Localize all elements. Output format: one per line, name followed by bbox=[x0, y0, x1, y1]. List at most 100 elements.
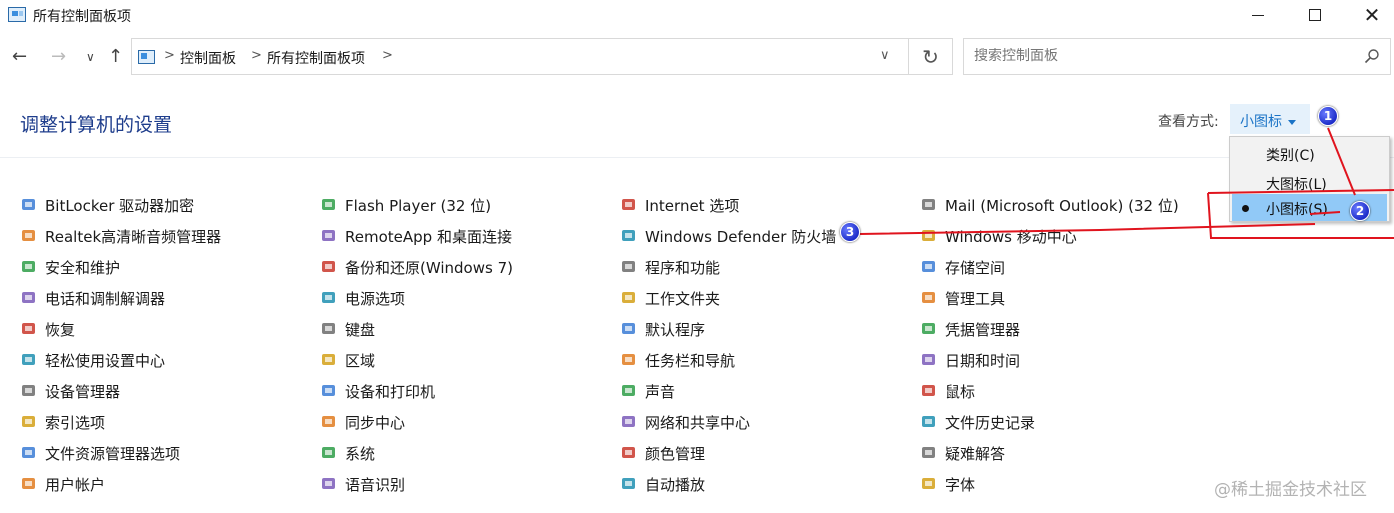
view-by-value: 小图标 bbox=[1240, 114, 1282, 130]
mouse-icon bbox=[920, 382, 938, 400]
control-panel-item-label: 字体 bbox=[945, 476, 976, 494]
control-panel-item-label: 网络和共享中心 bbox=[645, 414, 751, 432]
control-panel-item-label: 恢复 bbox=[45, 321, 76, 339]
watermark: @稀土掘金技术社区 bbox=[1214, 480, 1367, 500]
back-button[interactable]: ← bbox=[12, 46, 27, 67]
realtek-audio-icon bbox=[20, 227, 38, 245]
phone-modem-icon bbox=[20, 289, 38, 307]
control-panel-item-label: 存储空间 bbox=[945, 259, 1006, 277]
search-box[interactable] bbox=[963, 38, 1391, 75]
control-panel-item-label: 用户帐户 bbox=[45, 476, 106, 494]
control-panel-item-label: 备份和还原(Windows 7) bbox=[345, 259, 513, 277]
control-panel-item-label: 设备管理器 bbox=[45, 383, 121, 401]
control-panel-item-label: 轻松使用设置中心 bbox=[45, 352, 166, 370]
breadcrumb-separator[interactable]: > bbox=[251, 48, 262, 63]
network-sharing-icon bbox=[620, 413, 638, 431]
control-panel-item-label: 声音 bbox=[645, 383, 676, 401]
up-button[interactable]: ↑ bbox=[108, 46, 123, 67]
title-bar: 所有控制面板项 ✕ bbox=[0, 0, 1394, 30]
control-panel-item-label: 日期和时间 bbox=[945, 352, 1021, 370]
control-panel-item-label: 系统 bbox=[345, 445, 376, 463]
color-management-icon bbox=[620, 444, 638, 462]
control-panel-item-label: 自动播放 bbox=[645, 476, 706, 494]
taskbar-icon bbox=[620, 351, 638, 369]
menu-item-category[interactable]: 类别(C) bbox=[1232, 140, 1387, 167]
control-panel-item-label: 电话和调制解调器 bbox=[45, 290, 166, 308]
troubleshooting-icon bbox=[920, 444, 938, 462]
user-accounts-icon bbox=[20, 475, 38, 493]
address-bar[interactable]: > 控制面板 > 所有控制面板项 > ∨ bbox=[131, 38, 909, 75]
page-title: 调整计算机的设置 bbox=[20, 114, 173, 136]
flag-icon bbox=[20, 258, 38, 276]
remoteapp-icon bbox=[320, 227, 338, 245]
keyboard-icon bbox=[320, 320, 338, 338]
firewall-icon bbox=[620, 227, 638, 245]
microphone-icon bbox=[320, 475, 338, 493]
control-panel-item-label: Internet 选项 bbox=[645, 197, 740, 215]
control-panel-item-label: 同步中心 bbox=[345, 414, 406, 432]
control-panel-item-label: BitLocker 驱动器加密 bbox=[45, 197, 195, 215]
close-button[interactable]: ✕ bbox=[1344, 0, 1394, 30]
address-dropdown-button[interactable]: ∨ bbox=[880, 48, 890, 63]
navigation-bar: ← → ∨ ↑ > 控制面板 > 所有控制面板项 > ∨ ↻ bbox=[0, 38, 1394, 76]
search-input[interactable] bbox=[974, 48, 1334, 64]
internet-options-icon bbox=[620, 196, 638, 214]
sync-center-icon bbox=[320, 413, 338, 431]
control-panel-item-label: Mail (Microsoft Outlook) (32 位) bbox=[945, 197, 1179, 215]
control-panel-item-label: 区域 bbox=[345, 352, 376, 370]
search-icon[interactable] bbox=[1364, 48, 1380, 64]
admin-tools-icon bbox=[920, 289, 938, 307]
breadcrumb-all-items[interactable]: 所有控制面板项 bbox=[267, 48, 365, 68]
fonts-icon bbox=[920, 475, 938, 493]
control-panel-item-label: 鼠标 bbox=[945, 383, 976, 401]
breadcrumb-separator[interactable]: > bbox=[382, 48, 393, 63]
credential-manager-icon bbox=[920, 320, 938, 338]
breadcrumb-separator[interactable]: > bbox=[164, 48, 175, 63]
maximize-button[interactable] bbox=[1287, 0, 1343, 30]
recent-locations-button[interactable]: ∨ bbox=[86, 50, 95, 64]
divider bbox=[0, 157, 1394, 158]
autoplay-icon bbox=[620, 475, 638, 493]
file-history-icon bbox=[920, 413, 938, 431]
control-panel-item-label: 文件资源管理器选项 bbox=[45, 445, 181, 463]
mail-icon bbox=[920, 196, 938, 214]
date-time-icon bbox=[920, 351, 938, 369]
control-panel-item-label: 文件历史记录 bbox=[945, 414, 1036, 432]
control-panel-icon bbox=[8, 7, 26, 22]
bitlocker-icon bbox=[20, 196, 38, 214]
refresh-button[interactable]: ↻ bbox=[909, 38, 953, 75]
control-panel-item-label: 凭据管理器 bbox=[945, 321, 1021, 339]
breadcrumb-control-panel[interactable]: 控制面板 bbox=[180, 48, 236, 68]
view-by-label: 查看方式: bbox=[1158, 114, 1219, 130]
control-panel-item-label: RemoteApp 和桌面连接 bbox=[345, 228, 512, 246]
power-options-icon bbox=[320, 289, 338, 307]
region-icon bbox=[320, 351, 338, 369]
control-panel-item-label: 任务栏和导航 bbox=[645, 352, 736, 370]
mobility-center-icon bbox=[920, 227, 938, 245]
work-folders-icon bbox=[620, 289, 638, 307]
menu-item-large-icons[interactable]: 大图标(L) bbox=[1232, 169, 1387, 196]
maximize-icon bbox=[1309, 9, 1321, 21]
control-panel-item-label: Windows 移动中心 bbox=[945, 228, 1077, 246]
minimize-icon bbox=[1252, 14, 1264, 16]
recovery-icon bbox=[20, 320, 38, 338]
indexing-icon bbox=[20, 413, 38, 431]
device-manager-icon bbox=[20, 382, 38, 400]
storage-spaces-icon bbox=[920, 258, 938, 276]
control-panel-item-label: 电源选项 bbox=[345, 290, 406, 308]
flash-player-icon bbox=[320, 196, 338, 214]
forward-button[interactable]: → bbox=[51, 46, 66, 67]
view-by-dropdown[interactable]: 小图标 bbox=[1230, 104, 1310, 134]
window-title: 所有控制面板项 bbox=[33, 9, 131, 25]
control-panel-item-label: 语音识别 bbox=[345, 476, 406, 494]
backup-restore-icon bbox=[320, 258, 338, 276]
control-panel-item-label: 键盘 bbox=[345, 321, 376, 339]
control-panel-item-label: 索引选项 bbox=[45, 414, 106, 432]
control-panel-item-label: 安全和维护 bbox=[45, 259, 121, 277]
control-panel-item-label: 管理工具 bbox=[945, 290, 1006, 308]
control-panel-item-label: Windows Defender 防火墙 bbox=[645, 228, 837, 246]
control-panel-item-label: Realtek高清晰音频管理器 bbox=[45, 228, 222, 246]
default-programs-icon bbox=[620, 320, 638, 338]
minimize-button[interactable] bbox=[1230, 0, 1286, 30]
sound-icon bbox=[620, 382, 638, 400]
